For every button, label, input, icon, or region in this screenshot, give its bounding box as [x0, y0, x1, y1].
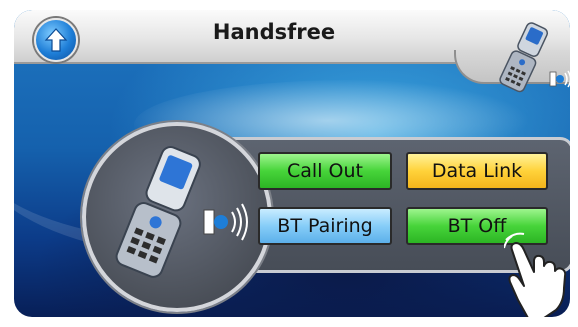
- up-arrow-glyph: [44, 28, 68, 52]
- up-arrow-icon[interactable]: [34, 18, 78, 62]
- bluetooth-phone-icon: [499, 22, 570, 93]
- data-link-button[interactable]: Data Link: [406, 152, 548, 190]
- handsfree-screen: Handsfree Call Out Data Link BT Pairing …: [14, 10, 570, 317]
- bluetooth-phone-icon: [115, 146, 248, 278]
- tapping-hand-icon: [504, 232, 567, 317]
- bt-pairing-button[interactable]: BT Pairing: [258, 207, 392, 245]
- page-title: Handsfree: [212, 20, 336, 44]
- call-out-button[interactable]: Call Out: [258, 152, 392, 190]
- phone-badge: [82, 122, 272, 312]
